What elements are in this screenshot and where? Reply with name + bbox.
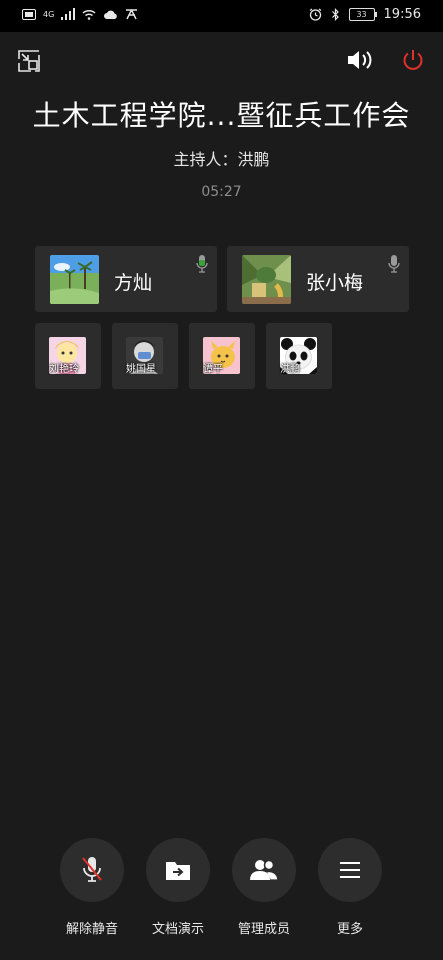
status-bar: 4G 33 19:56	[0, 0, 443, 32]
minimize-window-icon	[18, 50, 40, 72]
manage-members-control[interactable]: 管理成员	[219, 838, 309, 937]
participant-name: 洪鹏	[280, 364, 300, 375]
more-label: 更多	[336, 922, 363, 937]
participant-card[interactable]: 洪鹏	[266, 323, 332, 389]
avatar	[50, 255, 99, 304]
doc-presentation-label: 文档演示	[151, 922, 204, 937]
power-icon	[403, 50, 423, 70]
participant-card[interactable]: 姚国星	[112, 323, 178, 389]
manage-members-label: 管理成员	[237, 922, 290, 937]
participant-card[interactable]: 谭平	[189, 323, 255, 389]
participant-name: 方灿	[114, 272, 153, 294]
doc-presentation-control[interactable]: 文档演示	[133, 838, 223, 937]
meeting-title: 土木工程学院...暨征兵工作会	[32, 99, 411, 132]
mic-active-icon	[196, 254, 208, 278]
more-control[interactable]: 更多	[305, 838, 395, 937]
speaker-icon	[348, 51, 372, 69]
speaker-button[interactable]	[346, 49, 374, 75]
battery-icon: 33	[348, 8, 377, 21]
manage-members-button[interactable]	[232, 838, 296, 902]
alarm-icon	[309, 8, 321, 21]
participant-name: 谭平	[203, 364, 223, 375]
meeting-timer: 05:27	[201, 184, 242, 200]
participant-name: 张小梅	[306, 272, 364, 294]
unmute-button[interactable]	[60, 838, 124, 902]
bluetooth-icon	[331, 8, 339, 21]
folder-share-icon	[166, 862, 190, 880]
wifi-icon	[82, 9, 96, 20]
participant-card[interactable]: 方灿	[35, 246, 217, 312]
unmute-label: 解除静音	[65, 922, 118, 937]
participant-name: 姚国星	[126, 364, 156, 375]
members-icon	[250, 859, 279, 881]
participant-card[interactable]: 刘艳玲	[35, 323, 101, 389]
unmute-control[interactable]: 解除静音	[47, 838, 137, 937]
doc-presentation-button[interactable]	[146, 838, 210, 902]
avatar	[242, 255, 291, 304]
minimize-window-button[interactable]	[18, 50, 40, 76]
mic-icon	[388, 254, 400, 278]
signal-icon	[61, 8, 76, 20]
more-button[interactable]	[318, 838, 382, 902]
notification-icon	[126, 9, 138, 20]
participant-card[interactable]: 张小梅	[227, 246, 409, 312]
end-meeting-button[interactable]	[401, 48, 425, 76]
status-time: 19:56	[383, 7, 421, 22]
network-label: 4G	[43, 9, 55, 19]
hd-icon	[22, 8, 36, 20]
cloud-icon	[104, 10, 118, 19]
menu-icon	[340, 862, 360, 878]
mic-muted-icon	[82, 857, 102, 882]
host-label: 主持人：洪鹏	[173, 150, 270, 169]
participant-name: 刘艳玲	[49, 364, 79, 375]
